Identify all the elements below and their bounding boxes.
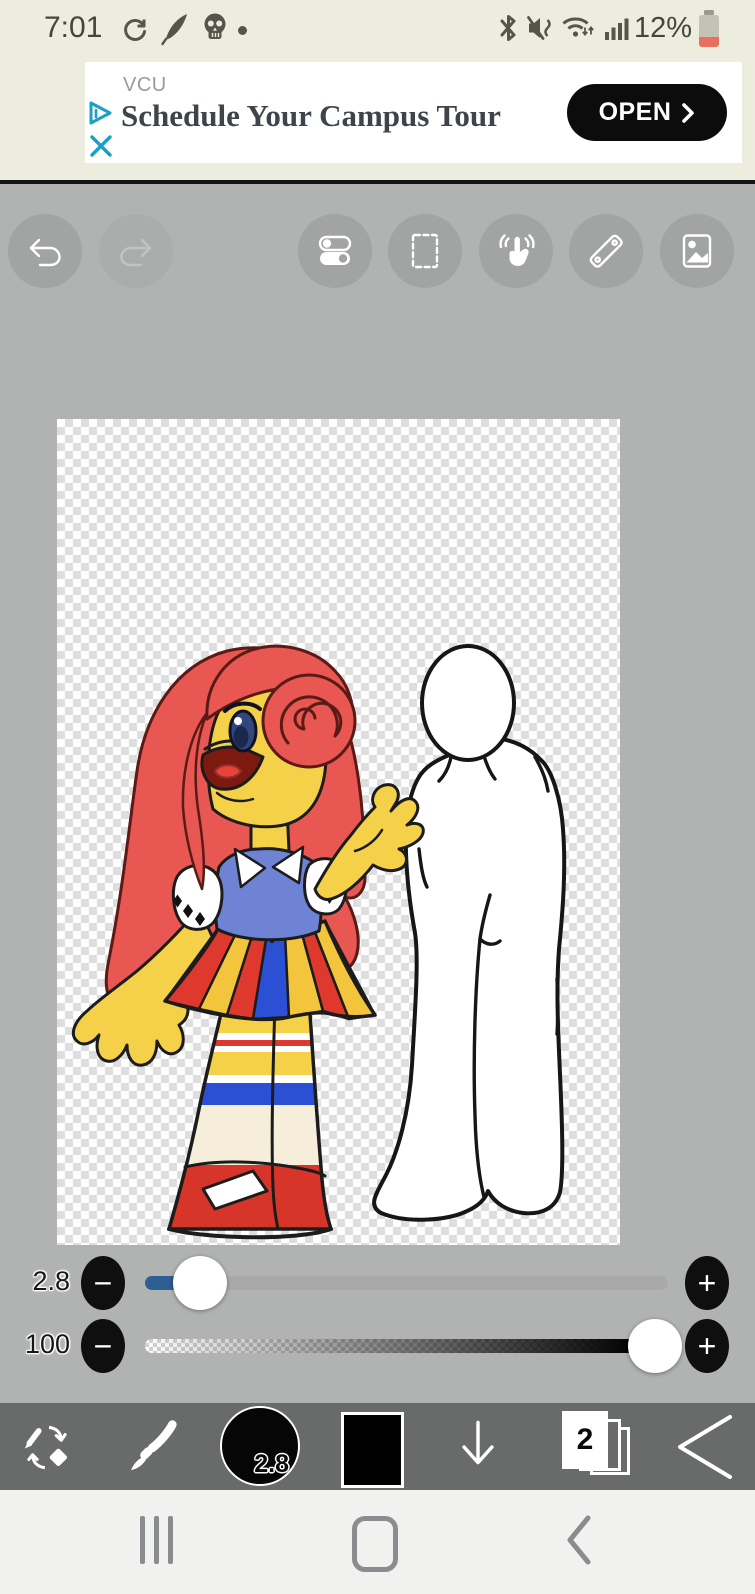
- brush-tool-button[interactable]: [122, 1416, 182, 1476]
- android-nav-bar: [0, 1490, 755, 1594]
- selection-icon: [411, 233, 439, 269]
- brush-size-slider-thumb[interactable]: [173, 1256, 227, 1310]
- pen-eraser-swap-button[interactable]: [14, 1418, 82, 1476]
- selection-button[interactable]: [388, 214, 462, 288]
- hand-icon: [499, 234, 535, 266]
- opacity-slider-track[interactable]: [145, 1339, 668, 1353]
- bluetooth-icon: [500, 15, 516, 41]
- ad-advertiser: VCU: [123, 74, 167, 96]
- color-swatch[interactable]: [341, 1412, 404, 1488]
- status-bar: 7:01 12%: [0, 0, 755, 57]
- clock: 7:01: [44, 11, 103, 44]
- layers-count: 2: [576, 1423, 594, 1456]
- undo-icon: [29, 238, 61, 267]
- battery-icon: [699, 10, 719, 47]
- undo-button[interactable]: [8, 214, 82, 288]
- down-arrow-button[interactable]: [448, 1415, 508, 1477]
- canvas-artwork: [71, 644, 567, 1240]
- down-arrow-icon: [462, 1420, 494, 1465]
- pen-eraser-swap-icon: [24, 1425, 68, 1470]
- brush-size-plus-button[interactable]: +: [685, 1256, 729, 1310]
- adchoices-icon[interactable]: [87, 100, 115, 126]
- ruler-icon: [589, 234, 623, 268]
- transform-hand-button[interactable]: [479, 214, 553, 288]
- chevron-right-icon: [682, 102, 695, 123]
- phone-screen: 7:01 12% VCU Schedule Your Campus Tour O…: [0, 0, 755, 1594]
- sketch-figure: [372, 644, 567, 1222]
- layer-sheet-front: 2: [562, 1411, 608, 1469]
- app-top-divider: [0, 180, 755, 184]
- sync-icon: [124, 18, 146, 41]
- signal-icon: [605, 18, 629, 40]
- opacity-minus-button[interactable]: −: [81, 1319, 125, 1373]
- image-icon: [682, 234, 712, 268]
- back-arrow-icon: [678, 1415, 732, 1479]
- toggles-icon: [318, 235, 352, 265]
- redo-button[interactable]: [99, 214, 173, 288]
- back-chevron-icon: [567, 1515, 591, 1565]
- brush-size-value: 2.8: [32, 1266, 70, 1296]
- opacity-plus-button[interactable]: +: [685, 1319, 729, 1373]
- opacity-slider-thumb[interactable]: [628, 1319, 682, 1373]
- battery-percent: 12%: [634, 12, 693, 44]
- ad-headline: Schedule Your Campus Tour: [121, 98, 501, 133]
- brush-size-preview[interactable]: 2.8: [220, 1406, 300, 1486]
- feather-icon: [161, 14, 187, 46]
- home-button[interactable]: [352, 1516, 398, 1572]
- recents-button[interactable]: [140, 1516, 186, 1564]
- back-tool-button[interactable]: [668, 1412, 742, 1482]
- layers-button[interactable]: 2: [558, 1411, 640, 1483]
- ad-card[interactable]: VCU Schedule Your Campus Tour OPEN: [85, 62, 742, 163]
- back-button[interactable]: [562, 1514, 596, 1571]
- redo-icon: [120, 238, 152, 267]
- close-x-icon[interactable]: [89, 134, 113, 158]
- material-button[interactable]: [660, 214, 734, 288]
- notification-dot: [238, 26, 247, 35]
- drawing-canvas[interactable]: [57, 419, 620, 1245]
- tool-property-button[interactable]: [298, 214, 372, 288]
- character-figure: [71, 644, 425, 1240]
- skull-icon: [204, 13, 226, 39]
- bottom-toolbar: 2.8 2: [0, 1403, 755, 1490]
- brush-size-badge: 2.8: [254, 1450, 289, 1478]
- mute-vibrate-icon: [527, 16, 551, 40]
- ad-open-label: OPEN: [598, 98, 672, 126]
- opacity-value: 100: [24, 1329, 70, 1359]
- brush-size-minus-button[interactable]: −: [81, 1256, 125, 1310]
- brush-icon: [131, 1420, 177, 1471]
- ad-open-button[interactable]: OPEN: [567, 84, 727, 141]
- home-icon: [352, 1516, 398, 1572]
- ruler-button[interactable]: [569, 214, 643, 288]
- ad-banner-area: VCU Schedule Your Campus Tour OPEN: [0, 57, 755, 180]
- recents-icon: [140, 1516, 145, 1564]
- wifi-icon: [562, 17, 594, 37]
